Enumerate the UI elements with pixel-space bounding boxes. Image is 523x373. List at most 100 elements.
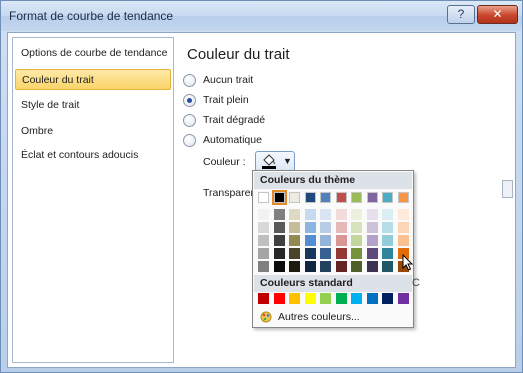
standard-color-swatch[interactable]: [397, 293, 409, 304]
dialog-window: Format de courbe de tendance ? ✕ Options…: [0, 0, 523, 373]
theme-shade-swatch[interactable]: [351, 209, 362, 220]
standard-color-swatch[interactable]: [366, 293, 378, 304]
theme-shade-swatch[interactable]: [320, 235, 331, 246]
theme-shade-swatch[interactable]: [335, 261, 347, 272]
theme-color-swatch[interactable]: [366, 192, 378, 203]
option-label: Automatique: [203, 134, 262, 146]
theme-shade-swatch[interactable]: [258, 235, 269, 246]
theme-shade-swatch[interactable]: [289, 209, 300, 220]
standard-color-swatch[interactable]: [258, 293, 269, 304]
theme-color-swatch[interactable]: [320, 192, 331, 203]
theme-shade-swatch[interactable]: [304, 209, 316, 220]
color-label: Couleur :: [203, 156, 246, 168]
theme-shade-swatch[interactable]: [258, 261, 269, 272]
theme-shade-swatch[interactable]: [351, 235, 362, 246]
standard-color-swatch[interactable]: [273, 293, 285, 304]
theme-shade-swatch[interactable]: [304, 235, 316, 246]
theme-shade-swatch[interactable]: [273, 235, 285, 246]
option-label: Aucun trait: [203, 74, 254, 86]
theme-color-swatch[interactable]: [335, 192, 347, 203]
standard-color-swatch[interactable]: [289, 293, 300, 304]
paint-bucket-icon: [262, 154, 276, 169]
theme-color-swatch[interactable]: [271, 190, 287, 205]
theme-shade-swatch[interactable]: [320, 248, 331, 259]
radio-automatique[interactable]: [183, 134, 196, 147]
theme-shade-swatch[interactable]: [366, 261, 378, 272]
theme-shade-swatch[interactable]: [335, 222, 347, 233]
transparency-spinner[interactable]: [502, 180, 513, 198]
theme-shade-swatch[interactable]: [382, 235, 393, 246]
theme-shade-swatch[interactable]: [320, 209, 331, 220]
color-dropdown-button[interactable]: ▼: [255, 151, 295, 172]
standard-color-swatch[interactable]: [351, 293, 362, 304]
theme-shade-swatch[interactable]: [397, 235, 409, 246]
radio-trait-plein[interactable]: [183, 94, 196, 107]
category-list: Options de courbe de tendance Couleur du…: [12, 37, 174, 363]
theme-shade-swatch[interactable]: [273, 261, 285, 272]
theme-shade-swatch[interactable]: [304, 248, 316, 259]
theme-shade-swatch[interactable]: [366, 222, 378, 233]
cursor-fragment: C: [412, 277, 420, 289]
theme-shade-swatch[interactable]: [273, 209, 285, 220]
close-button[interactable]: ✕: [477, 5, 518, 24]
radio-aucun-trait[interactable]: [183, 74, 196, 87]
theme-color-swatch[interactable]: [351, 192, 362, 203]
theme-color-swatch[interactable]: [382, 192, 393, 203]
standard-color-swatch[interactable]: [335, 293, 347, 304]
theme-shade-swatch[interactable]: [258, 222, 269, 233]
theme-color-swatch[interactable]: [289, 192, 300, 203]
theme-shade-swatch[interactable]: [397, 209, 409, 220]
theme-shade-swatch[interactable]: [382, 209, 393, 220]
theme-shade-swatch[interactable]: [366, 248, 378, 259]
nav-item-options-courbe[interactable]: Options de courbe de tendance: [15, 43, 171, 64]
theme-color-swatch[interactable]: [397, 192, 409, 203]
theme-color-swatch[interactable]: [258, 192, 269, 203]
nav-item-ombre[interactable]: Ombre: [15, 121, 171, 142]
theme-shade-swatch[interactable]: [289, 261, 300, 272]
theme-shade-swatch[interactable]: [273, 248, 285, 259]
theme-shade-swatch[interactable]: [382, 222, 393, 233]
transparency-label: Transparen: [203, 187, 257, 199]
nav-item-eclat[interactable]: Éclat et contours adoucis: [15, 145, 171, 166]
theme-shade-swatch[interactable]: [351, 248, 362, 259]
theme-shade-swatch[interactable]: [289, 248, 300, 259]
radio-trait-degrade[interactable]: [183, 114, 196, 127]
theme-shade-swatch[interactable]: [335, 235, 347, 246]
standard-color-swatch[interactable]: [382, 293, 393, 304]
more-colors-label: Autres couleurs...: [278, 311, 360, 323]
theme-shade-swatch[interactable]: [335, 209, 347, 220]
theme-shade-swatch[interactable]: [258, 209, 269, 220]
standard-color-swatch[interactable]: [304, 293, 316, 304]
theme-shade-swatch[interactable]: [289, 235, 300, 246]
mouse-cursor-icon: [402, 254, 414, 271]
title-bar[interactable]: Format de courbe de tendance ? ✕: [1, 1, 522, 31]
option-label: Trait plein: [203, 94, 249, 106]
theme-shade-swatch[interactable]: [273, 222, 285, 233]
color-picker-popup: Couleurs du thème Couleurs standard Autr…: [252, 170, 414, 328]
theme-shade-swatch[interactable]: [320, 261, 331, 272]
standard-color-swatch[interactable]: [320, 293, 331, 304]
theme-shade-swatch[interactable]: [258, 248, 269, 259]
theme-shade-swatch[interactable]: [382, 261, 393, 272]
theme-shade-swatch[interactable]: [351, 261, 362, 272]
theme-shade-swatch[interactable]: [366, 235, 378, 246]
theme-shade-swatch[interactable]: [289, 222, 300, 233]
nav-item-style-trait[interactable]: Style de trait: [15, 95, 171, 116]
theme-color-swatch[interactable]: [304, 192, 316, 203]
color-wheel-icon: [260, 311, 272, 323]
theme-shade-swatch[interactable]: [366, 209, 378, 220]
standard-colors-header: Couleurs standard: [254, 275, 412, 292]
theme-shade-swatch[interactable]: [397, 222, 409, 233]
nav-item-couleur-trait[interactable]: Couleur du trait: [15, 69, 171, 90]
theme-shade-swatch[interactable]: [335, 248, 347, 259]
theme-shade-swatch[interactable]: [382, 248, 393, 259]
more-colors-item[interactable]: Autres couleurs...: [254, 308, 412, 326]
window-title: Format de courbe de tendance: [9, 9, 174, 23]
chevron-down-icon: ▼: [283, 156, 292, 166]
theme-shade-swatch[interactable]: [320, 222, 331, 233]
theme-shade-swatch[interactable]: [304, 261, 316, 272]
theme-shade-swatch[interactable]: [351, 222, 362, 233]
theme-colors-header: Couleurs du thème: [254, 172, 412, 189]
help-button[interactable]: ?: [447, 5, 475, 24]
theme-shade-swatch[interactable]: [304, 222, 316, 233]
